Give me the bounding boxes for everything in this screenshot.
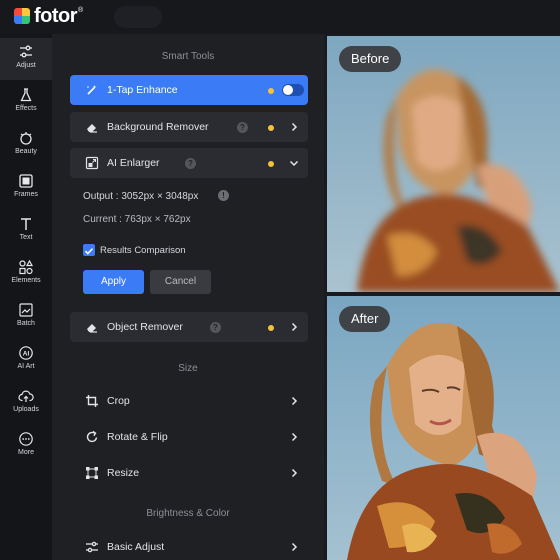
tool-rail: Adjust Effects Beauty Frames Text Elemen… [0,34,52,560]
info-icon[interactable]: ! [218,190,229,201]
results-comparison-checkbox[interactable] [83,244,95,256]
rail-item-elements[interactable]: Elements [0,253,52,295]
output-size: Output : 3052px × 3048px [83,191,199,202]
tool-label: Crop [107,395,130,407]
top-menu-pill[interactable] [114,6,162,28]
tool-label: AI Enlarger [107,157,160,169]
chevron-right-icon [291,122,298,132]
cancel-button[interactable]: Cancel [150,270,211,294]
rotate-icon [86,430,98,443]
rail-label: Elements [11,277,41,284]
tool-label: 1-Tap Enhance [107,84,178,96]
section-title-size: Size [178,363,198,374]
chevron-down-icon [289,160,299,167]
pro-dot [268,325,274,331]
enhance-toggle[interactable] [282,84,304,96]
section-title-smart-tools: Smart Tools [161,51,215,62]
rail-label: Batch [17,320,35,327]
rail-item-frames[interactable]: Frames [0,167,52,209]
current-size: Current : 763px × 762px [83,214,191,225]
tool-label: Resize [107,467,140,479]
rail-item-beauty[interactable]: Beauty [0,124,52,166]
rail-item-batch[interactable]: Batch [0,296,52,338]
tools-panel: Smart Tools 1-Tap Enhance Background Rem… [52,34,324,560]
logo-wordmark: fotor [34,5,78,27]
tool-basic-adjust[interactable]: Basic Adjust [70,532,308,560]
chevron-right-icon [291,322,298,332]
after-image: After [327,296,560,560]
toggle-knob [283,85,293,95]
results-comparison-label: Results Comparison [100,245,186,256]
portrait-after-photo [327,296,560,560]
section-title-brightness-color: Brightness & Color [146,508,230,519]
pro-dot [268,125,274,131]
upload-icon [18,390,34,402]
fotor-logo-icon [14,8,30,24]
apply-button[interactable]: Apply [83,270,144,294]
svg-text:AI: AI [23,351,30,358]
rail-item-text[interactable]: Text [0,210,52,252]
check-icon [84,248,94,255]
before-image: Before [327,36,560,292]
chevron-right-icon [291,396,298,406]
tool-label: Basic Adjust [107,541,165,553]
rail-item-ai-art[interactable]: AI AI Art [0,339,52,381]
tool-label: Object Remover [107,321,183,333]
rail-label: Text [19,234,33,241]
rail-label: More [18,449,34,456]
tool-resize[interactable]: Resize [70,458,308,488]
magic-wand-icon [87,85,97,95]
rail-item-adjust[interactable]: Adjust [0,38,52,80]
rail-item-effects[interactable]: Effects [0,81,52,123]
chevron-right-icon [291,542,298,552]
rail-label: Adjust [16,62,36,69]
sliders-icon [20,45,32,58]
help-icon[interactable]: ? [210,322,221,333]
chevron-right-icon [291,432,298,442]
text-icon [21,218,31,230]
resize-icon [86,467,98,479]
rail-item-more[interactable]: More [0,425,52,467]
after-label: After [339,306,391,332]
rail-label: Effects [15,105,37,112]
top-bar: fotor ® [0,0,560,34]
shapes-icon [19,259,34,275]
preview-area: Before After [324,34,560,560]
help-icon[interactable]: ? [237,122,248,133]
eraser-icon [87,124,97,133]
enlarge-icon [85,156,99,170]
rail-label: Beauty [15,148,37,155]
tool-1-tap-enhance[interactable]: 1-Tap Enhance [70,75,308,105]
rail-label: AI Art [17,363,35,370]
tool-label: Background Remover [107,121,209,133]
batch-icon [19,303,33,317]
pro-dot [268,88,274,94]
frame-icon [19,174,33,188]
eraser-icon [87,324,97,333]
logo-registered-mark: ® [78,6,84,14]
tool-ai-enlarger[interactable]: AI Enlarger ? [70,148,308,178]
tool-background-remover[interactable]: Background Remover ? [70,112,308,142]
tool-label: Rotate & Flip [107,431,168,443]
rail-label: Uploads [13,406,39,413]
pro-dot [268,161,274,167]
help-icon[interactable]: ? [185,158,196,169]
flask-icon [20,88,32,102]
rail-label: Frames [14,191,38,198]
tool-crop[interactable]: Crop [70,386,308,416]
portrait-before-photo [327,36,560,292]
crop-icon [86,395,98,407]
tool-object-remover[interactable]: Object Remover ? [70,312,308,342]
ai-icon: AI [19,346,33,360]
face-icon [20,132,32,145]
chevron-right-icon [291,468,298,478]
tool-rotate-flip[interactable]: Rotate & Flip [70,422,308,452]
more-icon [19,432,33,446]
sliders-icon [86,541,98,553]
rail-item-uploads[interactable]: Uploads [0,382,52,424]
fotor-logo[interactable]: fotor ® [14,6,83,26]
before-label: Before [339,46,402,72]
